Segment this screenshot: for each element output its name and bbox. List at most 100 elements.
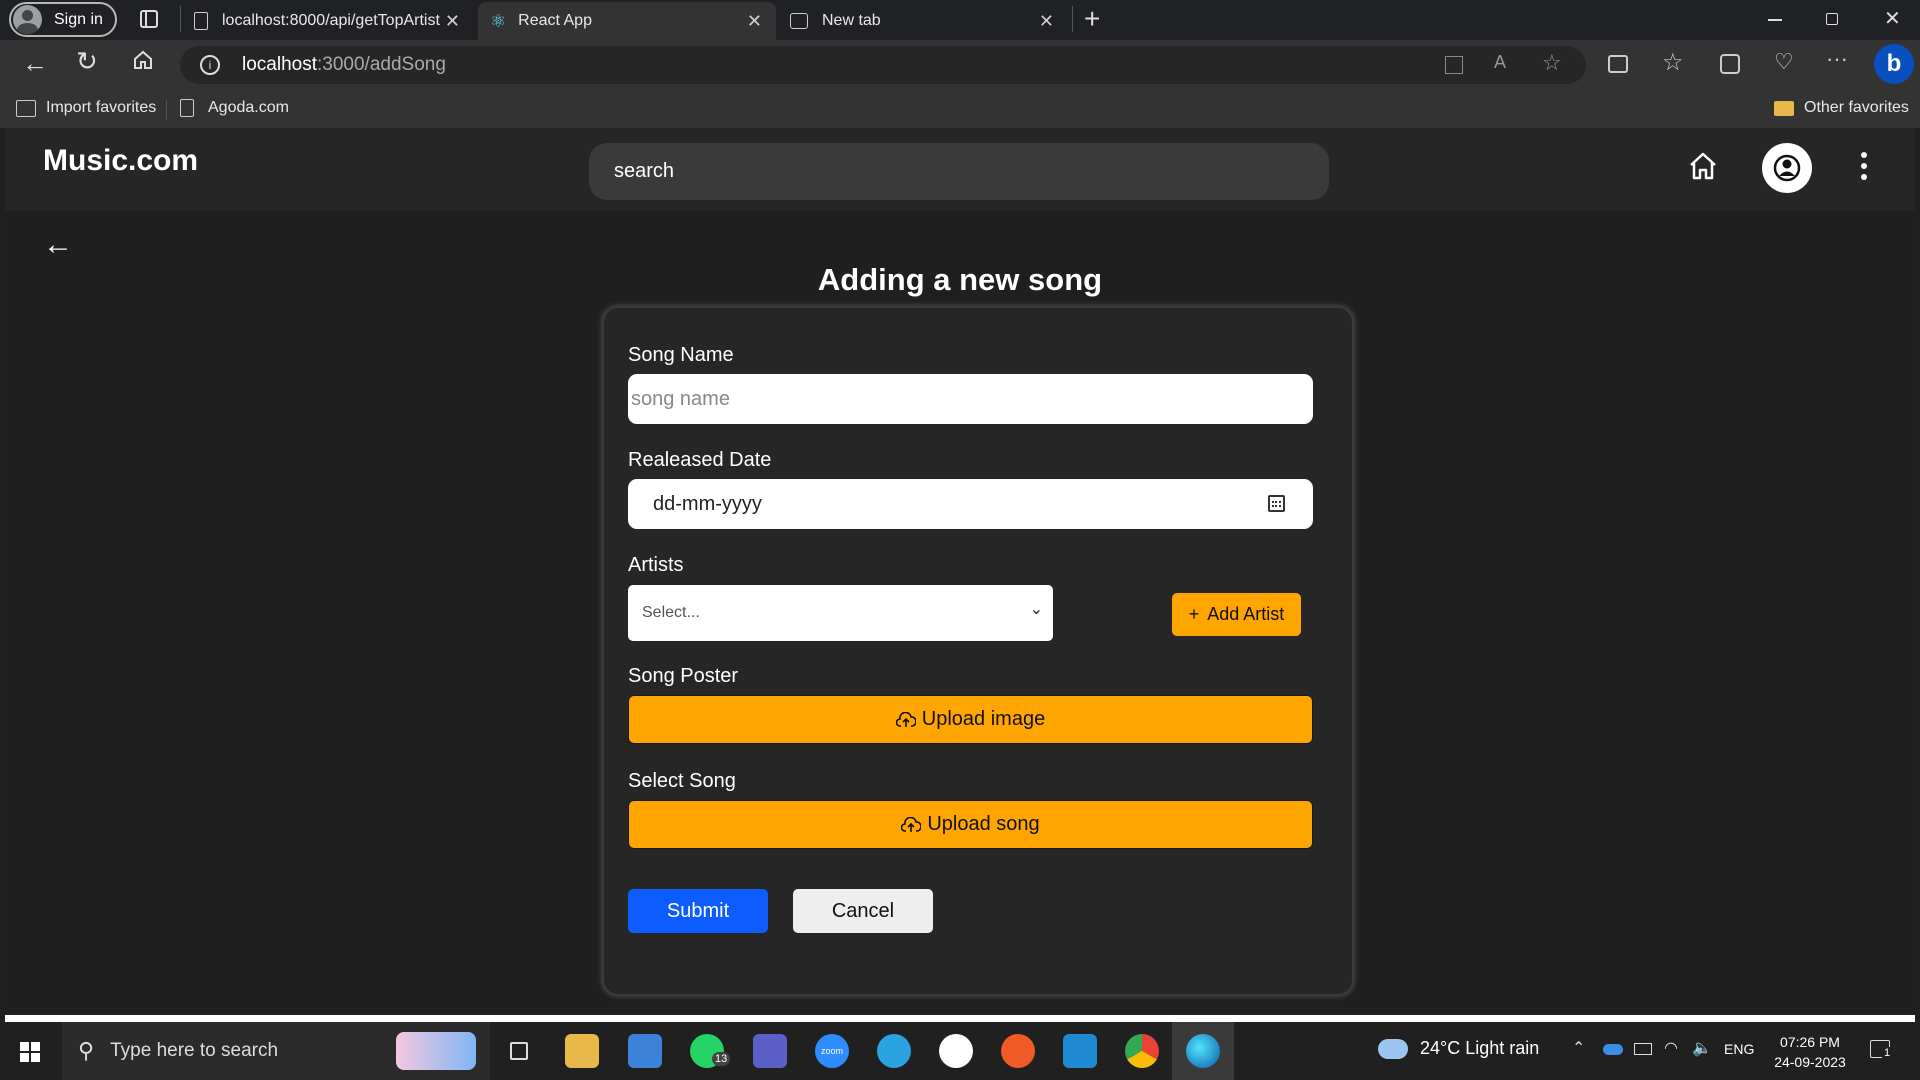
tab-title: localhost:8000/api/getTopArtist — [222, 12, 440, 29]
cancel-button[interactable]: Cancel — [793, 889, 933, 933]
released-date-label: Realeased Date — [628, 449, 772, 471]
add-artist-button[interactable]: + Add Artist — [1172, 593, 1301, 636]
agoda-link[interactable]: Agoda.com — [180, 99, 289, 117]
zoom-icon[interactable]: zoom — [815, 1034, 849, 1068]
song-poster-label: Song Poster — [628, 665, 739, 687]
tab-new-tab[interactable]: New tab ✕ — [778, 2, 1068, 40]
zoom-label: zoom — [820, 1046, 843, 1056]
browser-toolbar: ← ↻ i localhost:3000/addSong A ☆ ☆ ♡ ···… — [0, 40, 1920, 128]
favorites-icon[interactable]: ☆ — [1662, 48, 1684, 77]
released-date-input[interactable]: dd-mm-yyyy — [628, 479, 1313, 529]
close-tab-icon[interactable]: ✕ — [1039, 11, 1054, 32]
react-icon: ⚛ — [490, 10, 507, 31]
calendar-icon[interactable] — [1268, 495, 1285, 512]
tab-actions-icon[interactable] — [140, 10, 158, 28]
clock-time: 07:26 PM — [1780, 1034, 1840, 1050]
page-bottom-strip — [5, 1015, 1915, 1022]
import-favorites-link[interactable]: Import favorites — [16, 99, 156, 117]
app-header: Music.com search — [5, 128, 1915, 211]
chevron-down-icon: ⌄ — [1029, 601, 1043, 618]
telegram-icon[interactable] — [877, 1034, 911, 1068]
bing-copilot-icon[interactable]: b — [1874, 44, 1914, 84]
url-host: localhost — [242, 54, 317, 75]
import-favorites-label: Import favorites — [46, 99, 157, 116]
weather-widget[interactable]: 24°C Light rain — [1378, 1038, 1539, 1059]
slack-icon[interactable] — [939, 1034, 973, 1068]
home-icon[interactable] — [1687, 150, 1719, 182]
address-bar[interactable]: i localhost:3000/addSong A ☆ — [180, 46, 1586, 84]
favorite-star-icon[interactable]: ☆ — [1542, 50, 1562, 76]
kebab-menu-icon[interactable] — [1861, 152, 1867, 180]
back-icon[interactable]: ← — [22, 48, 48, 79]
upload-song-button[interactable]: Upload song — [628, 800, 1313, 849]
onedrive-icon[interactable] — [1603, 1044, 1623, 1055]
file-explorer-icon[interactable] — [565, 1034, 599, 1068]
search-highlight-icon — [396, 1032, 476, 1070]
artists-select[interactable]: Select... ⌄ — [628, 585, 1053, 641]
page-title: Adding a new song — [817, 262, 1103, 297]
volume-icon[interactable]: 🔈 — [1692, 1038, 1712, 1058]
chrome-icon[interactable] — [1125, 1034, 1159, 1068]
cloud-upload-icon — [901, 816, 922, 833]
import-icon — [16, 99, 36, 117]
browser-essentials-icon[interactable]: ♡ — [1774, 49, 1794, 75]
agoda-label: Agoda.com — [208, 99, 289, 116]
notifications-count: 1 — [1882, 1047, 1893, 1059]
split-screen-icon[interactable] — [1608, 55, 1628, 73]
favorites-bar: Import favorites Agoda.com Other favorit… — [0, 90, 1920, 128]
url-path: :3000/addSong — [317, 54, 446, 75]
other-favorites-link[interactable]: Other favorites — [1774, 99, 1909, 117]
cloud-upload-icon — [895, 711, 916, 728]
search-icon: ⚲ — [78, 1038, 95, 1063]
artists-label: Artists — [628, 554, 684, 576]
battery-icon[interactable] — [1634, 1043, 1652, 1055]
close-tab-icon[interactable]: ✕ — [445, 11, 460, 32]
add-artist-label: Add Artist — [1207, 604, 1285, 624]
microsoft-store-icon[interactable] — [628, 1034, 662, 1068]
song-name-placeholder: song name — [631, 387, 730, 410]
upload-image-button[interactable]: Upload image — [628, 695, 1313, 744]
account-avatar-icon[interactable] — [1762, 143, 1812, 193]
notifications-icon[interactable]: 1 — [1870, 1040, 1893, 1059]
song-name-input[interactable]: song name — [628, 374, 1313, 424]
wifi-icon[interactable]: ◠ — [1664, 1038, 1678, 1058]
page-icon — [180, 99, 194, 117]
refresh-icon[interactable]: ↻ — [76, 46, 98, 77]
minimize-icon[interactable] — [1768, 19, 1782, 21]
whatsapp-icon[interactable]: 13 — [690, 1034, 731, 1068]
site-info-icon[interactable]: i — [200, 55, 220, 75]
submit-button[interactable]: Submit — [628, 889, 768, 933]
postman-icon[interactable] — [1001, 1034, 1035, 1068]
tab-gettopartist[interactable]: localhost:8000/api/getTopArtist ✕ — [184, 2, 474, 40]
edge-icon[interactable] — [1186, 1034, 1220, 1068]
search-input[interactable]: search — [589, 143, 1329, 200]
windows-start-icon[interactable] — [20, 1042, 40, 1062]
logo[interactable]: Music.com — [43, 144, 198, 178]
tab-react-app[interactable]: ⚛ React App ✕ — [478, 2, 776, 40]
collections-icon[interactable] — [1720, 54, 1740, 74]
home-icon[interactable] — [132, 49, 154, 71]
add-song-form: Song Name song name Realeased Date dd-mm… — [602, 306, 1354, 996]
vscode-icon[interactable] — [1063, 1034, 1097, 1068]
show-hidden-icons[interactable]: ⌃ — [1572, 1038, 1585, 1058]
task-view-icon[interactable] — [510, 1042, 528, 1060]
restore-icon[interactable] — [1826, 13, 1838, 25]
new-tab-plus-icon[interactable]: + — [1084, 2, 1100, 36]
apps-icon[interactable] — [1445, 56, 1463, 74]
clock[interactable]: 07:26 PM 24-09-2023 — [1768, 1034, 1852, 1070]
upload-song-label: Upload song — [927, 813, 1040, 835]
folder-icon — [1774, 100, 1794, 116]
other-favorites-label: Other favorites — [1804, 99, 1909, 116]
signin-button[interactable]: Sign in — [9, 2, 117, 37]
artists-select-value: Select... — [642, 604, 700, 621]
weather-text: 24°C Light rain — [1420, 1038, 1540, 1058]
more-menu-icon[interactable]: ··· — [1826, 46, 1848, 72]
cloud-rain-icon — [1378, 1038, 1408, 1059]
teams-icon[interactable] — [753, 1034, 787, 1068]
close-window-icon[interactable]: ✕ — [1884, 6, 1901, 31]
language-indicator[interactable]: ENG — [1724, 1041, 1754, 1057]
back-arrow-icon[interactable]: ← — [43, 228, 73, 262]
read-aloud-icon[interactable]: A — [1494, 52, 1506, 73]
taskbar-search[interactable]: ⚲ Type here to search — [62, 1022, 490, 1080]
close-tab-icon[interactable]: ✕ — [747, 11, 762, 32]
